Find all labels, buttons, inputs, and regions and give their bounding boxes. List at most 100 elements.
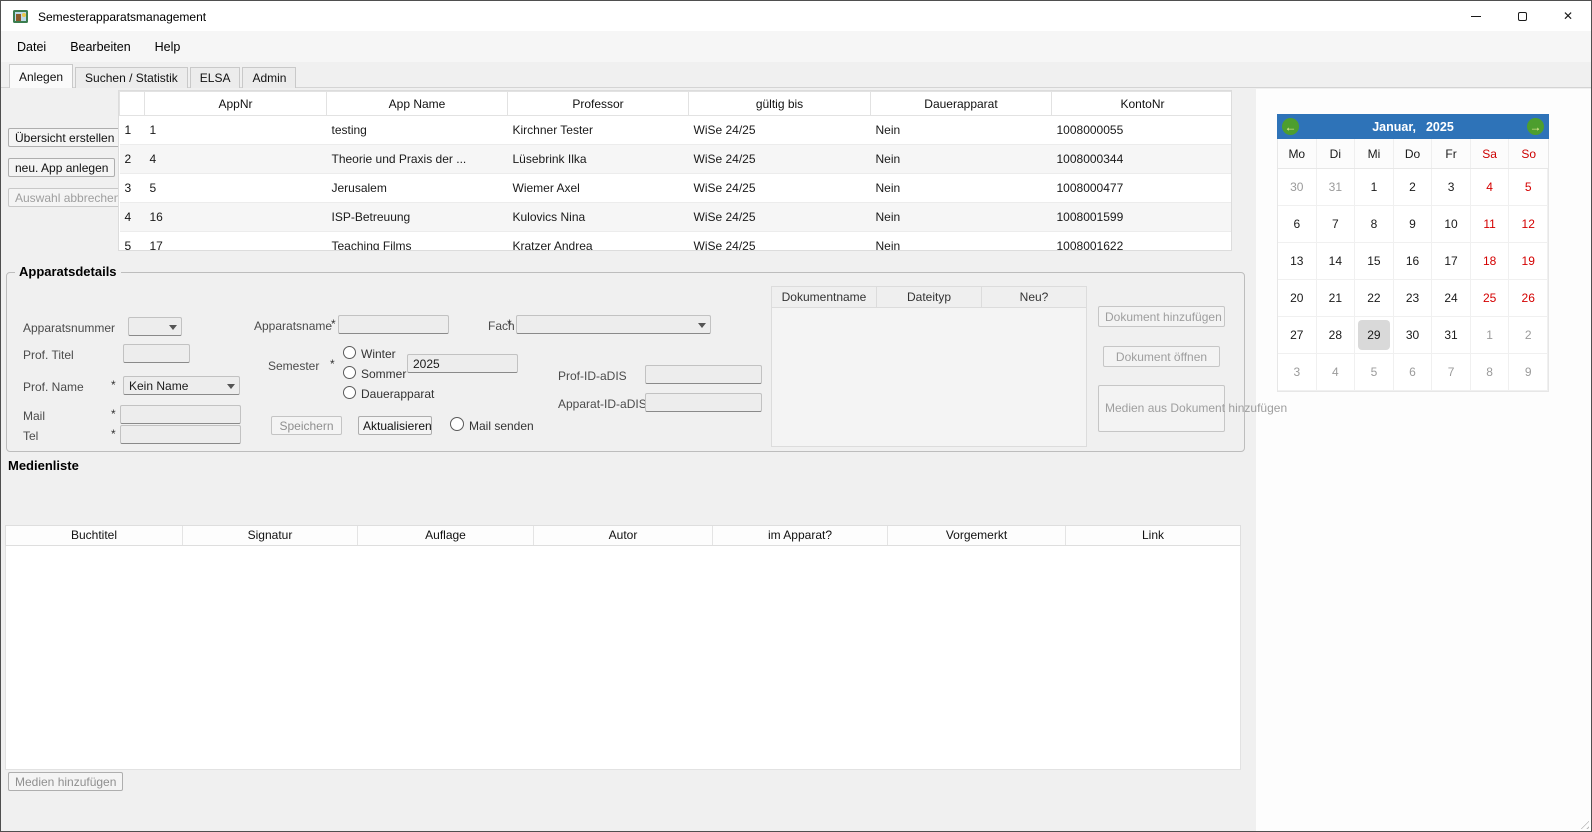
column-header-dauerapparat[interactable]: Dauerapparat [871,92,1052,116]
calendar-day-8[interactable]: 8 [1471,354,1510,391]
dauerapparat-radio[interactable] [343,386,356,399]
calendar-day-28[interactable]: 28 [1317,317,1356,354]
minimize-button[interactable] [1453,1,1499,31]
dokument-hinzufuegen-button[interactable]: Dokument hinzufügen [1098,306,1225,327]
calendar-day-27[interactable]: 27 [1278,317,1317,354]
doc-column-header-dateityp[interactable]: Dateityp [877,287,982,307]
calendar-day-2[interactable]: 2 [1394,169,1433,206]
calendar-day-23[interactable]: 23 [1394,280,1433,317]
calendar-day-5[interactable]: 5 [1509,169,1548,206]
calendar-day-20[interactable]: 20 [1278,280,1317,317]
media-column-header-vorgemerkt[interactable]: Vorgemerkt [888,526,1066,545]
calendar-next-button[interactable] [1527,118,1544,135]
semester-year-field[interactable]: 2025 [407,354,518,373]
calendar-day-14[interactable]: 14 [1317,243,1356,280]
column-header-gültig-bis[interactable]: gültig bis [689,92,871,116]
calendar-day-3[interactable]: 3 [1278,354,1317,391]
calendar-day-30[interactable]: 30 [1394,317,1433,354]
calendar-day-10[interactable]: 10 [1432,206,1471,243]
calendar-day-9[interactable]: 9 [1394,206,1433,243]
app-table-row[interactable]: 416ISP-BetreuungKulovics NinaWiSe 24/25N… [120,203,1233,232]
calendar-day-6[interactable]: 6 [1394,354,1433,391]
tab-elsa[interactable]: ELSA [190,67,241,88]
dokument-oeffnen-button[interactable]: Dokument öffnen [1103,346,1220,367]
calendar-day-3[interactable]: 3 [1432,169,1471,206]
column-header-kontonr[interactable]: KontoNr [1052,92,1233,116]
sommer-radio[interactable] [343,366,356,379]
app-table-row[interactable]: 517Teaching FilmsKratzer AndreaWiSe 24/2… [120,232,1233,252]
tab-suchen-statistik[interactable]: Suchen / Statistik [75,67,188,88]
calendar-day-7[interactable]: 7 [1317,206,1356,243]
calendar-day-4[interactable]: 4 [1317,354,1356,391]
apparat-id-adis-field[interactable] [645,393,762,412]
doc-column-header-dokumentname[interactable]: Dokumentname [772,287,877,307]
calendar-day-11[interactable]: 11 [1471,206,1510,243]
calendar-day-6[interactable]: 6 [1278,206,1317,243]
calendar-day-8[interactable]: 8 [1355,206,1394,243]
column-header-appnr[interactable]: AppNr [145,92,327,116]
calendar-day-25[interactable]: 25 [1471,280,1510,317]
calendar-day-9[interactable]: 9 [1509,354,1548,391]
calendar-day-4[interactable]: 4 [1471,169,1510,206]
aktualisieren-button[interactable]: Aktualisieren [358,416,432,435]
media-column-header-auflage[interactable]: Auflage [358,526,534,545]
calendar-day-16[interactable]: 16 [1394,243,1433,280]
calendar-day-1[interactable]: 1 [1471,317,1510,354]
app-table-row[interactable]: 24Theorie und Praxis der ...Lüsebrink Il… [120,145,1233,174]
neu-app-anlegen-button[interactable]: neu. App anlegen [8,158,115,177]
calendar-day-26[interactable]: 26 [1509,280,1548,317]
calendar-day-1[interactable]: 1 [1355,169,1394,206]
close-button[interactable] [1545,1,1591,31]
calendar-day-31[interactable]: 31 [1317,169,1356,206]
tel-field[interactable] [120,425,241,444]
calendar-day-12[interactable]: 12 [1509,206,1548,243]
prof-id-adis-field[interactable] [645,365,762,384]
calendar-day-5[interactable]: 5 [1355,354,1394,391]
media-column-header-im-apparat[interactable]: im Apparat? [713,526,888,545]
column-header-app-name[interactable]: App Name [327,92,508,116]
calendar-day-21[interactable]: 21 [1317,280,1356,317]
calendar-prev-button[interactable] [1282,118,1299,135]
menu-item-help[interactable]: Help [143,35,193,59]
calendar-day-29[interactable]: 29 [1355,317,1394,354]
calendar-day-7[interactable]: 7 [1432,354,1471,391]
prof-name-select[interactable]: Kein Name [123,376,240,395]
column-header-professor[interactable]: Professor [508,92,689,116]
mail-field[interactable] [120,405,241,424]
media-column-header-link[interactable]: Link [1066,526,1240,545]
menu-item-bearbeiten[interactable]: Bearbeiten [58,35,142,59]
maximize-button[interactable] [1499,1,1545,31]
apparatsname-field[interactable] [338,315,449,334]
calendar-day-15[interactable]: 15 [1355,243,1394,280]
übersicht-erstellen-button[interactable]: Übersicht erstellen [8,128,121,147]
speichern-button[interactable]: Speichern [271,416,342,435]
fach-select[interactable] [516,315,711,334]
app-table-row[interactable]: 35JerusalemWiemer AxelWiSe 24/25Nein1008… [120,174,1233,203]
medien-hinzufuegen-button[interactable]: Medien hinzufügen [8,772,123,791]
window-controls [1453,1,1591,31]
winter-radio[interactable] [343,346,356,359]
media-column-header-signatur[interactable]: Signatur [183,526,358,545]
calendar-day-17[interactable]: 17 [1432,243,1471,280]
calendar-day-30[interactable]: 30 [1278,169,1317,206]
app-table-row[interactable]: 11testingKirchner TesterWiSe 24/25Nein10… [120,116,1233,145]
media-column-header-buchtitel[interactable]: Buchtitel [6,526,183,545]
day-header-di: Di [1317,139,1356,168]
tab-anlegen[interactable]: Anlegen [9,64,73,88]
doc-column-header-neu[interactable]: Neu? [982,287,1086,307]
apparatsnummer-select[interactable] [128,317,182,336]
media-column-header-autor[interactable]: Autor [534,526,713,545]
auswahl-abbrechen-button[interactable]: Auswahl abbrechen [8,188,127,207]
calendar-day-18[interactable]: 18 [1471,243,1510,280]
calendar-day-2[interactable]: 2 [1509,317,1548,354]
prof-titel-field[interactable] [123,344,190,363]
calendar-day-24[interactable]: 24 [1432,280,1471,317]
calendar-day-31[interactable]: 31 [1432,317,1471,354]
calendar-day-13[interactable]: 13 [1278,243,1317,280]
tab-admin[interactable]: Admin [242,67,296,88]
mail-senden-checkbox[interactable] [450,417,464,431]
calendar-day-19[interactable]: 19 [1509,243,1548,280]
menu-item-datei[interactable]: Datei [5,35,58,59]
medien-aus-dokument-button[interactable]: Medien aus Dokument hinzufügen [1098,385,1225,432]
calendar-day-22[interactable]: 22 [1355,280,1394,317]
